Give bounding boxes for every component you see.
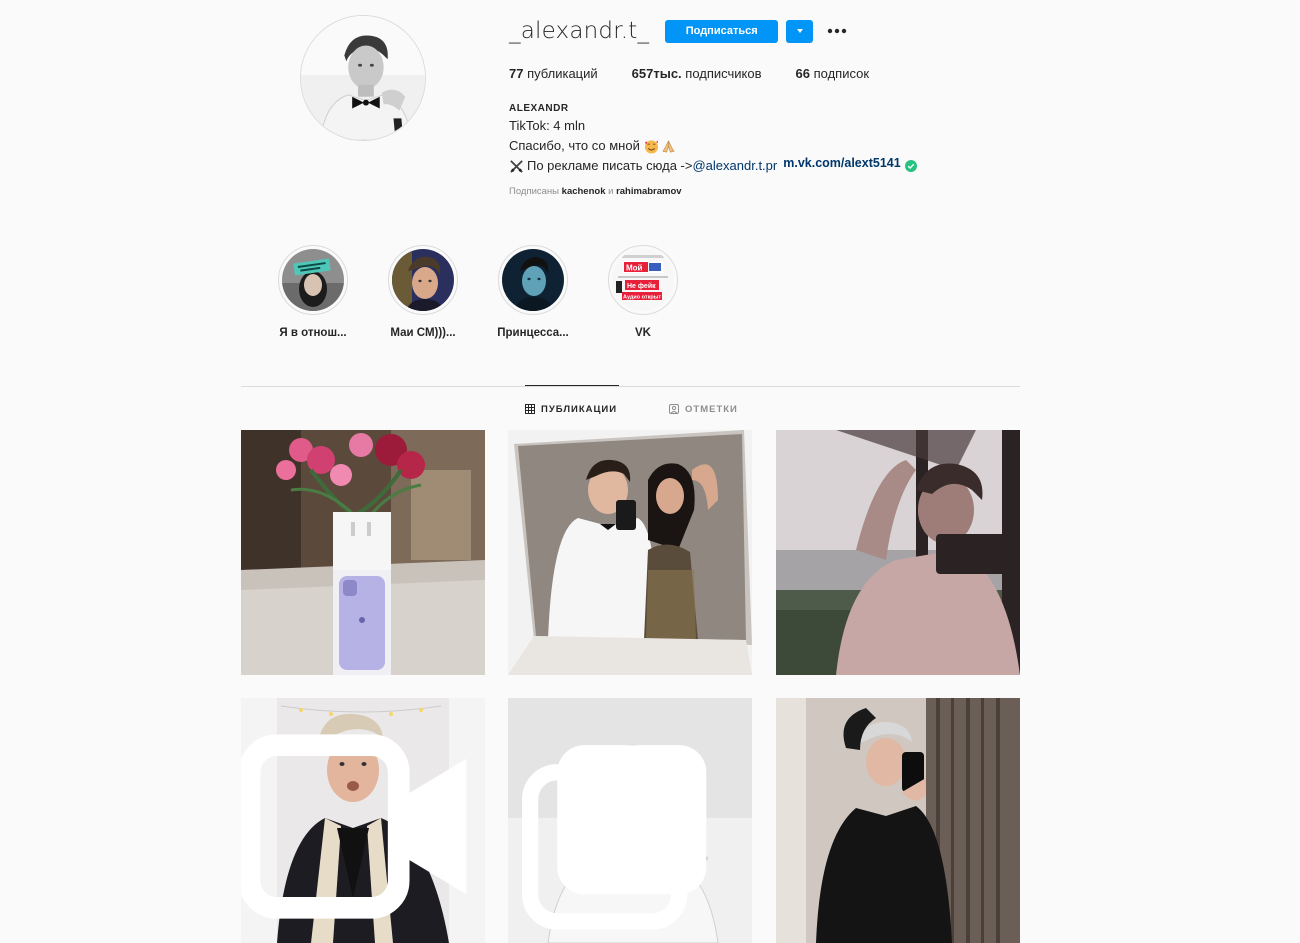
bio-mention-link[interactable]: @alexandr.t.pr — [692, 156, 777, 176]
tagged-icon — [669, 404, 679, 414]
highlight-cover — [282, 249, 344, 311]
highlight-label: Принцесса... — [497, 327, 569, 339]
post-thumbnail[interactable] — [776, 698, 1020, 943]
followers-count[interactable]: 657тыс. подписчиков — [632, 66, 762, 81]
followed-by-user[interactable]: rahimabramov — [616, 186, 681, 197]
profile-stats: 77 публикаций 657тыс. подписчиков 66 под… — [509, 66, 903, 81]
suggestions-dropdown-button[interactable] — [786, 19, 814, 43]
highlight-label: Я в отнош... — [279, 327, 347, 339]
caret-down-icon — [796, 29, 803, 33]
name-row: _alexandr.t_ Подписаться — [509, 16, 849, 46]
sticker-text: Аудио открыт — [623, 295, 661, 301]
profile-username: _alexandr.t_ — [509, 18, 650, 44]
followed-by-user[interactable]: kachenok — [562, 186, 606, 197]
grid-icon — [525, 404, 535, 414]
tab-tagged[interactable]: ОТМЕТКИ — [669, 401, 738, 417]
highlight-ring — [388, 245, 458, 315]
highlight-item[interactable]: Я в отнош... — [263, 245, 363, 339]
highlight-cover — [502, 249, 564, 311]
video-icon — [241, 734, 467, 919]
bio-line-contacts: По рекламе писать сюда -> @alexandr.t.pr… — [509, 156, 1109, 176]
sticker-text: Мой — [626, 264, 643, 273]
highlight-item[interactable]: Принцесса... — [483, 245, 583, 339]
tabs-divider — [241, 386, 1020, 387]
followed-by: Подписаны kachenok и rahimabramov — [509, 186, 682, 197]
tab-posts-label: ПУБЛИКАЦИИ — [541, 403, 618, 415]
more-dots-icon — [827, 28, 847, 34]
bio-full-name: ALEXANDR — [509, 103, 569, 114]
profile-header: _alexandr.t_ Подписаться 77 публикаций 6… — [0, 0, 1300, 225]
post-thumbnail[interactable] — [241, 698, 485, 943]
following-count[interactable]: 66 подписок — [796, 66, 870, 81]
profile-avatar[interactable] — [300, 15, 426, 141]
posts-count: 77 публикаций — [509, 66, 598, 81]
active-tab-indicator — [525, 385, 619, 386]
follow-button[interactable]: Подписаться — [665, 19, 779, 43]
story-highlights: Я в отнош... Маи СМ)))... Принцесса... М… — [0, 245, 1300, 345]
sticker-text: Не фейк — [627, 282, 656, 290]
highlight-ring — [498, 245, 568, 315]
carousel-icon — [521, 745, 707, 930]
highlight-item[interactable]: Мой Не фейк Аудио открыт VK — [593, 245, 693, 339]
tab-tagged-label: ОТМЕТКИ — [685, 403, 738, 415]
highlight-cover: Мой Не фейк Аудио открыт — [612, 249, 674, 311]
post-thumbnail[interactable] — [241, 430, 485, 675]
bio-line-tiktok: TikTok: 4 mln — [509, 118, 586, 133]
smiling-face-with-hearts-icon — [644, 139, 659, 154]
highlight-label: Маи СМ)))... — [390, 327, 456, 339]
tab-posts[interactable]: ПУБЛИКАЦИИ — [525, 401, 617, 417]
highlight-ring: Мой Не фейк Аудио открыт — [608, 245, 678, 315]
highlight-ring — [278, 245, 348, 315]
highlight-item[interactable]: Маи СМ)))... — [373, 245, 473, 339]
post-thumbnail[interactable] — [508, 430, 752, 675]
highlight-label: VK — [635, 327, 651, 339]
profile-bio: ALEXANDR TikTok: 4 mln Спасибо, что со м… — [509, 102, 1109, 202]
highlight-cover — [392, 249, 454, 311]
check-circle-icon — [904, 160, 917, 172]
more-options-button[interactable] — [825, 20, 849, 43]
post-thumbnail[interactable] — [508, 698, 752, 943]
bio-website-link[interactable]: m.vk.com/alext5141 — [783, 153, 900, 173]
post-thumbnail[interactable] — [776, 430, 1020, 675]
folded-hands-icon — [662, 140, 675, 152]
crossed-swords-icon — [510, 159, 523, 173]
